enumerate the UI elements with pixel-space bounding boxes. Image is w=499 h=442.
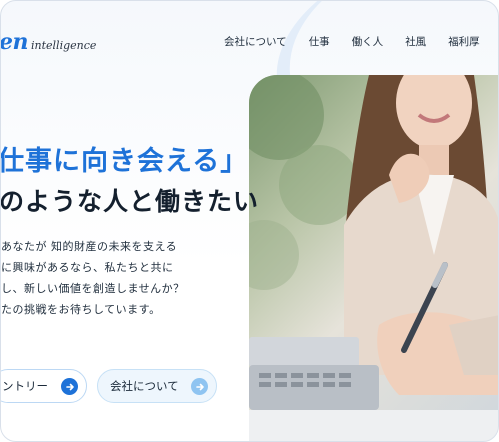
arrow-right-circle-icon bbox=[61, 378, 78, 395]
page-frame: en intelligence 会社について 仕事 働く人 社風 福利厚 仕事に… bbox=[0, 0, 499, 442]
description-line: あなたが 知的財産の未来を支える bbox=[1, 240, 178, 253]
about-company-button[interactable]: 会社について bbox=[97, 369, 217, 403]
hero-headline-accent: 仕事に向き会える」 bbox=[0, 146, 249, 177]
nav-item-work[interactable]: 仕事 bbox=[309, 34, 330, 49]
entry-button-label: ントリー bbox=[2, 379, 48, 393]
hero-photo bbox=[249, 75, 498, 441]
logo-subtitle: intelligence bbox=[31, 39, 97, 52]
arrow-right-circle-icon bbox=[191, 378, 208, 395]
description-line: に興味があるなら、私たちと共に bbox=[1, 261, 174, 274]
businesswoman-illustration bbox=[249, 75, 498, 441]
nav-item-culture[interactable]: 社風 bbox=[405, 34, 426, 49]
nav-item-people[interactable]: 働く人 bbox=[352, 34, 384, 49]
nav-item-about[interactable]: 会社について bbox=[224, 34, 287, 49]
description-line: し、新しい価値を創造しませんか？ bbox=[1, 282, 185, 295]
main-nav: 会社について 仕事 働く人 社風 福利厚 bbox=[224, 34, 480, 49]
nav-item-benefits[interactable]: 福利厚 bbox=[448, 34, 480, 49]
logo-mark: en bbox=[0, 29, 29, 55]
site-logo[interactable]: en intelligence bbox=[0, 29, 97, 55]
hero-headline: のような人と働きたい bbox=[0, 187, 260, 216]
about-button-label: 会社について bbox=[110, 379, 179, 393]
description-line: たの挑戦をお待ちしています。 bbox=[1, 303, 161, 316]
entry-button[interactable]: ントリー bbox=[1, 369, 87, 403]
hero-description: あなたが 知的財産の未来を支える に興味があるなら、私たちと共に し、新しい価値… bbox=[1, 236, 185, 320]
